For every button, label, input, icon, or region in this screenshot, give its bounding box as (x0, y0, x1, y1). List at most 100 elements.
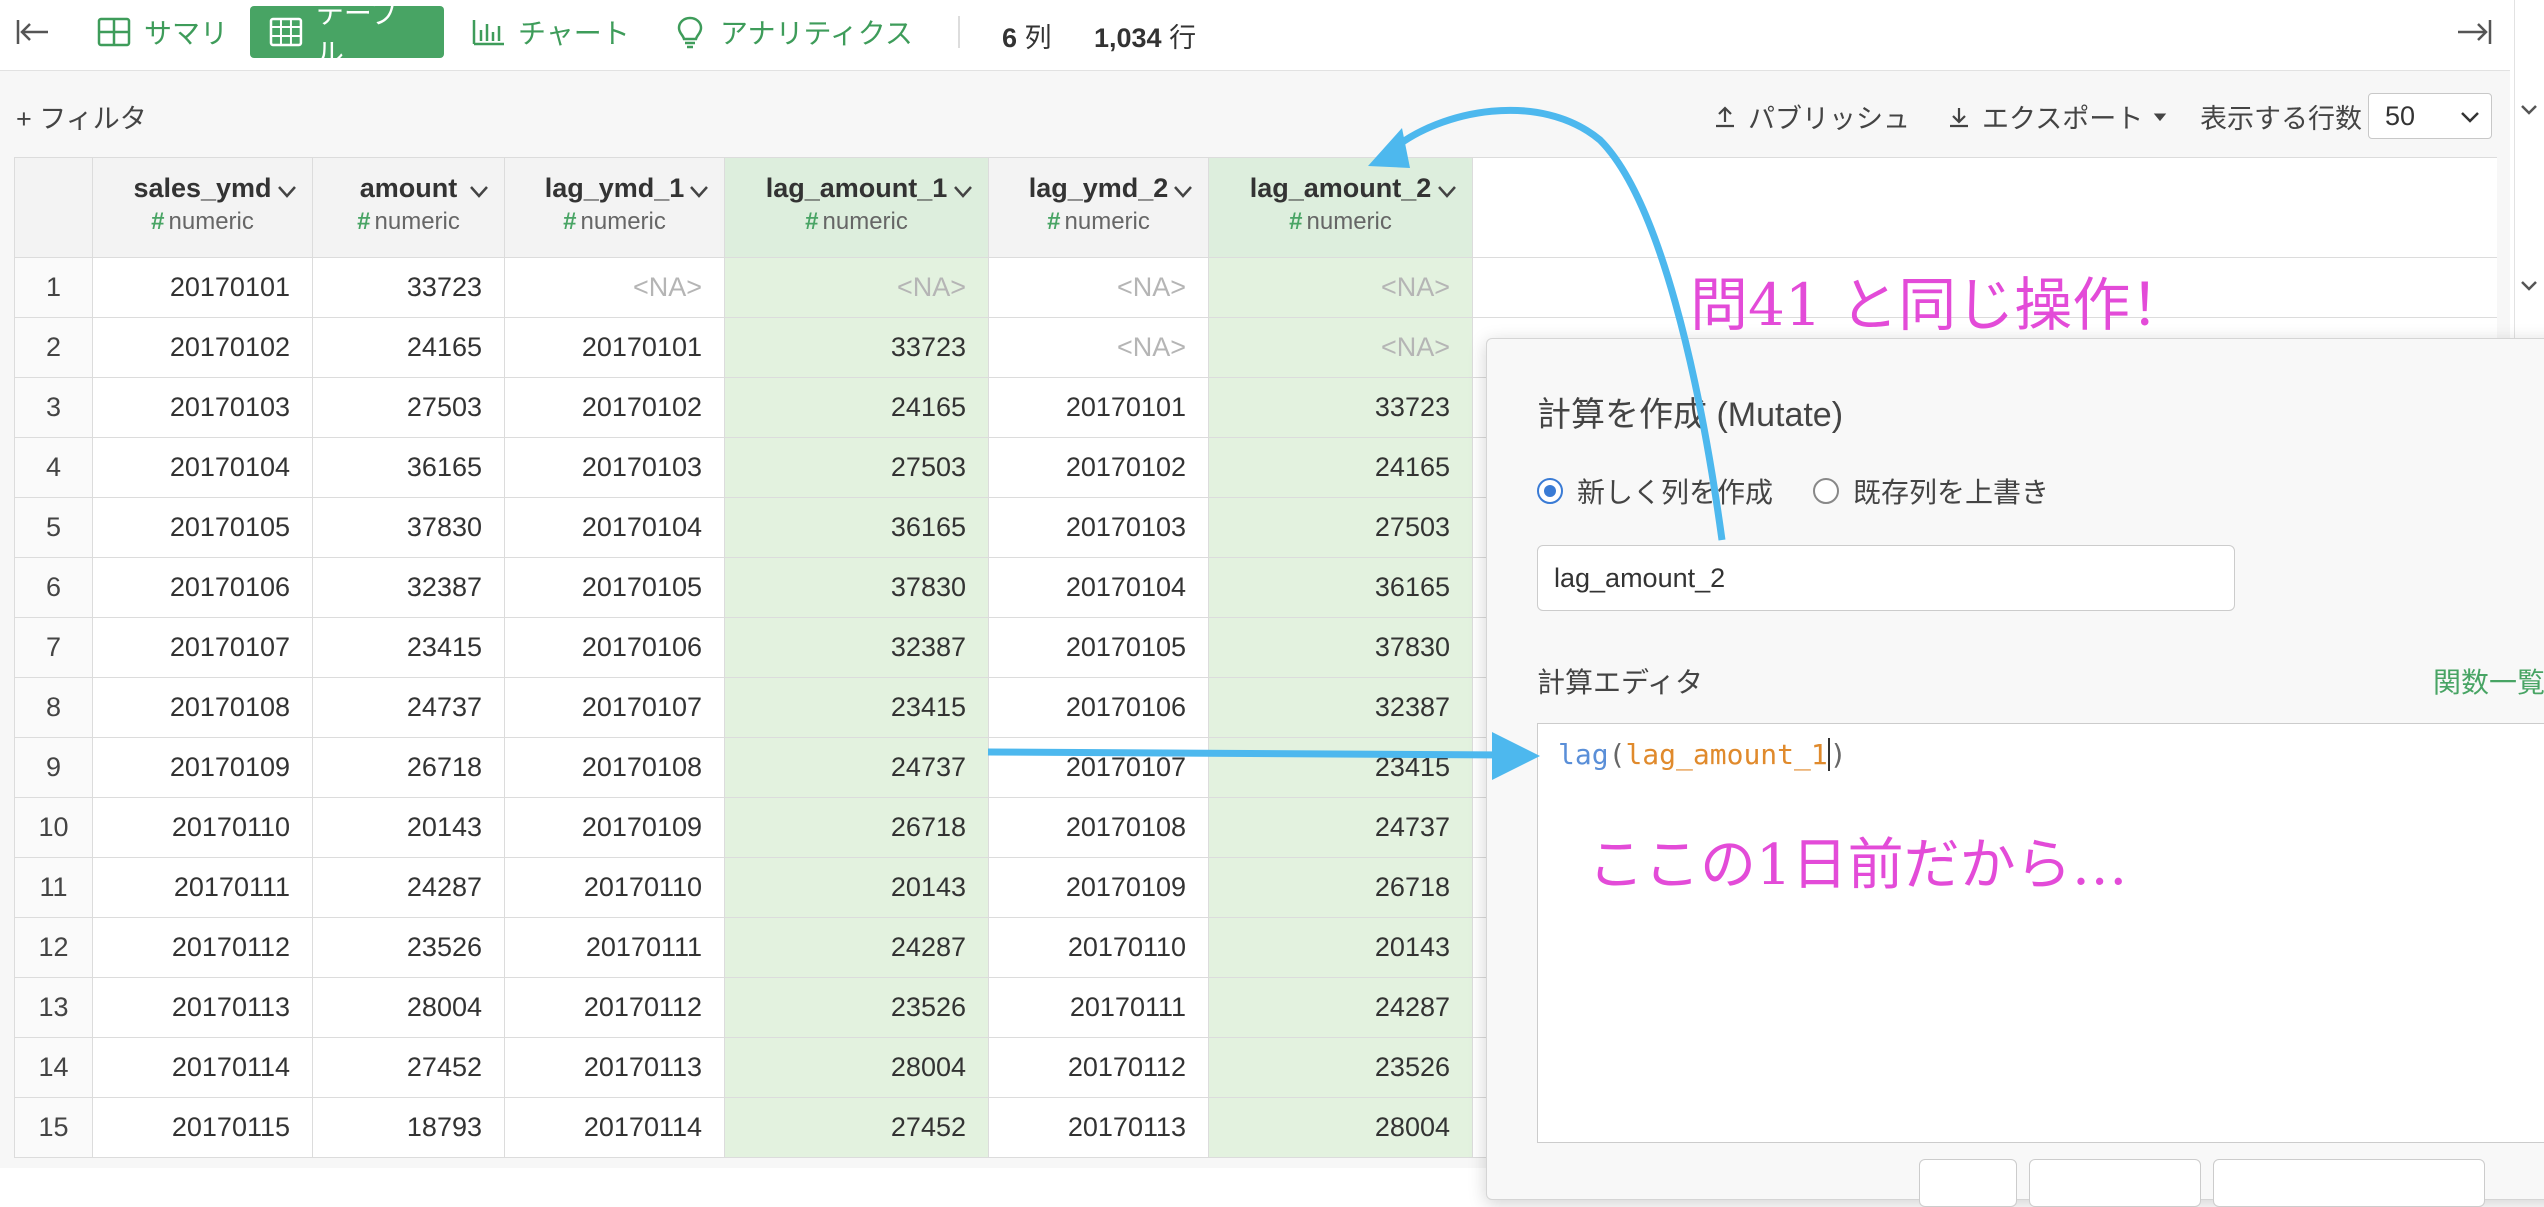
table-cell[interactable]: 23415 (312, 617, 505, 678)
column-header-amount[interactable]: amount # numeric (312, 157, 505, 258)
table-cell[interactable]: 20170113 (504, 1037, 725, 1098)
table-cell[interactable]: 27452 (312, 1037, 505, 1098)
collapse-left-icon[interactable] (12, 12, 52, 52)
table-cell[interactable]: 20170107 (92, 617, 313, 678)
column-header-lag-amount-1[interactable]: lag_amount_1 # numeric (724, 157, 989, 258)
table-cell[interactable]: 32387 (724, 617, 989, 678)
table-cell[interactable]: 20170107 (504, 677, 725, 738)
tab-table[interactable]: テーブル (250, 0, 444, 69)
table-cell[interactable]: 20170105 (504, 557, 725, 618)
table-cell[interactable]: 20170109 (504, 797, 725, 858)
table-cell[interactable]: 23526 (312, 917, 505, 978)
tab-analytics[interactable]: アナリティクス (664, 6, 921, 58)
new-column-name-input[interactable]: lag_amount_2 (1537, 545, 2235, 611)
table-cell[interactable]: 28004 (724, 1037, 989, 1098)
chevron-down-icon[interactable] (2519, 100, 2539, 120)
table-cell[interactable]: 24165 (1208, 437, 1473, 498)
table-cell[interactable]: 27503 (1208, 497, 1473, 558)
table-cell[interactable]: 20170102 (988, 437, 1209, 498)
column-header-lag-ymd-2[interactable]: lag_ymd_2 # numeric (988, 157, 1209, 258)
table-cell[interactable]: 20170103 (92, 377, 313, 438)
column-header-lag-ymd-1[interactable]: lag_ymd_1 # numeric (504, 157, 725, 258)
table-cell[interactable]: 20170114 (92, 1037, 313, 1098)
table-cell[interactable]: 28004 (1208, 1097, 1473, 1158)
table-cell[interactable]: <NA> (504, 257, 725, 318)
table-cell[interactable]: 20170113 (988, 1097, 1209, 1158)
table-cell[interactable]: 20170101 (504, 317, 725, 378)
table-cell[interactable]: 23526 (724, 977, 989, 1038)
function-list-link[interactable]: 関数一覧 (2433, 661, 2544, 701)
chevron-down-icon[interactable] (2519, 276, 2539, 296)
radio-overwrite-column[interactable]: 既存列を上書き (1813, 471, 2049, 511)
table-cell[interactable]: 37830 (724, 557, 989, 618)
table-cell[interactable]: 20170108 (504, 737, 725, 798)
table-cell[interactable]: 20170106 (92, 557, 313, 618)
table-cell[interactable]: 26718 (1208, 857, 1473, 918)
table-cell[interactable]: 20170109 (92, 737, 313, 798)
table-cell[interactable]: 20170101 (988, 377, 1209, 438)
table-cell[interactable]: 32387 (312, 557, 505, 618)
publish-button[interactable]: パブリッシュ (1712, 97, 1910, 136)
table-cell[interactable]: 20170111 (504, 917, 725, 978)
table-cell[interactable]: 20170106 (504, 617, 725, 678)
table-cell[interactable]: 24737 (724, 737, 989, 798)
table-cell[interactable]: 37830 (1208, 617, 1473, 678)
calc-editor[interactable]: lag(lag_amount_1) (1537, 723, 2544, 1143)
table-cell[interactable]: 20143 (724, 857, 989, 918)
table-cell[interactable]: 20170110 (988, 917, 1209, 978)
table-cell[interactable]: 20170111 (92, 857, 313, 918)
table-cell[interactable]: <NA> (988, 317, 1209, 378)
table-cell[interactable]: 26718 (724, 797, 989, 858)
table-cell[interactable]: 20170101 (92, 257, 313, 318)
table-cell[interactable]: <NA> (1208, 317, 1473, 378)
table-cell[interactable]: 27452 (724, 1097, 989, 1158)
table-cell[interactable]: 18793 (312, 1097, 505, 1158)
table-cell[interactable]: 20170110 (92, 797, 313, 858)
table-cell[interactable]: 23415 (1208, 737, 1473, 798)
collapse-right-icon[interactable] (2452, 12, 2498, 52)
table-cell[interactable]: 33723 (1208, 377, 1473, 438)
table-cell[interactable]: 20170115 (92, 1097, 313, 1158)
tab-chart[interactable]: チャート (462, 6, 638, 58)
table-cell[interactable]: 20170104 (92, 437, 313, 498)
table-cell[interactable]: 20170112 (988, 1037, 1209, 1098)
column-menu-chevron-icon[interactable] (1436, 184, 1458, 200)
dialog-button[interactable] (2029, 1159, 2201, 1207)
table-cell[interactable]: 20170102 (504, 377, 725, 438)
add-filter-button[interactable]: + フィルタ (16, 97, 147, 136)
table-cell[interactable]: 20170105 (92, 497, 313, 558)
table-cell[interactable]: 27503 (724, 437, 989, 498)
table-cell[interactable]: 20170102 (92, 317, 313, 378)
table-cell[interactable]: 28004 (312, 977, 505, 1038)
rows-per-page-select[interactable]: 50 (2368, 93, 2492, 139)
table-cell[interactable]: 24287 (1208, 977, 1473, 1038)
table-cell[interactable]: 23526 (1208, 1037, 1473, 1098)
table-cell[interactable]: 20170109 (988, 857, 1209, 918)
column-menu-chevron-icon[interactable] (688, 184, 710, 200)
table-cell[interactable]: 36165 (312, 437, 505, 498)
table-cell[interactable]: 20143 (1208, 917, 1473, 978)
column-menu-chevron-icon[interactable] (952, 184, 974, 200)
table-cell[interactable]: 24165 (724, 377, 989, 438)
table-cell[interactable]: 27503 (312, 377, 505, 438)
table-cell[interactable]: 24737 (312, 677, 505, 738)
dialog-button[interactable] (2213, 1159, 2485, 1207)
table-cell[interactable]: 20170104 (988, 557, 1209, 618)
table-cell[interactable]: 37830 (312, 497, 505, 558)
table-cell[interactable]: 26718 (312, 737, 505, 798)
table-cell[interactable]: 23415 (724, 677, 989, 738)
column-menu-chevron-icon[interactable] (1172, 184, 1194, 200)
table-cell[interactable]: <NA> (724, 257, 989, 318)
table-cell[interactable]: 20170112 (92, 917, 313, 978)
table-cell[interactable]: 20170110 (504, 857, 725, 918)
table-cell[interactable]: 20170113 (92, 977, 313, 1038)
table-cell[interactable]: 36165 (724, 497, 989, 558)
table-cell[interactable]: 20170103 (504, 437, 725, 498)
table-cell[interactable]: 33723 (312, 257, 505, 318)
table-cell[interactable]: 20170106 (988, 677, 1209, 738)
table-cell[interactable]: 20170108 (92, 677, 313, 738)
table-cell[interactable]: 20170111 (988, 977, 1209, 1038)
column-menu-chevron-icon[interactable] (276, 184, 298, 200)
radio-create-new-column[interactable]: 新しく列を作成 (1537, 471, 1773, 511)
column-menu-chevron-icon[interactable] (468, 184, 490, 200)
